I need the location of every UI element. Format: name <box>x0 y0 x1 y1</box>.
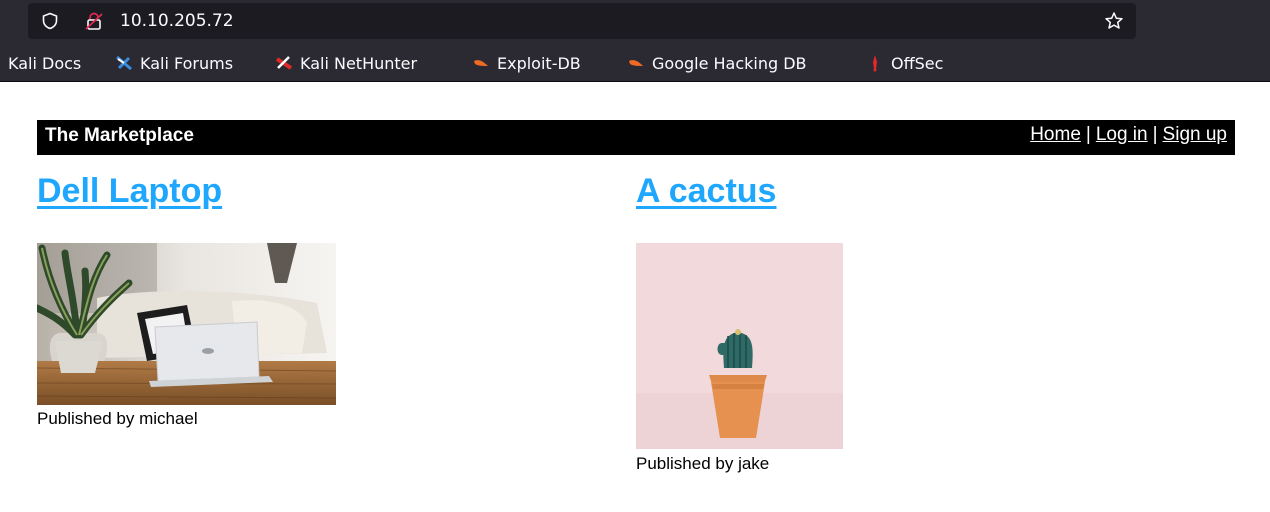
url-text[interactable]: 10.10.205.72 <box>120 11 234 31</box>
listing-title-link[interactable]: A cactus <box>636 172 776 210</box>
bookmark-label: Kali NetHunter <box>300 53 418 73</box>
published-by: Published by jake <box>636 454 770 473</box>
bookmark-label: Google Hacking DB <box>652 53 807 73</box>
bookmark-star-icon[interactable] <box>1104 11 1124 31</box>
laptop-photo[interactable] <box>37 243 336 405</box>
kali-forums-icon <box>116 55 132 71</box>
listing-item: Dell Laptop Published by michael <box>37 172 336 428</box>
bookmark-label: Kali Docs <box>8 53 82 73</box>
bookmark-offsec[interactable]: OffSec <box>866 53 943 73</box>
listing-item: A cactus Published by jake <box>636 172 843 473</box>
kali-nethunter-icon <box>275 56 293 70</box>
nav-login-link[interactable]: Log in <box>1096 124 1148 145</box>
listing-title: A cactus <box>636 172 776 211</box>
offsec-icon <box>873 55 877 72</box>
bookmark-kali-nethunter[interactable]: Kali NetHunter <box>275 53 417 73</box>
bookmark-kali-forums[interactable]: Kali Forums <box>115 53 233 73</box>
nav-home-link[interactable]: Home <box>1030 124 1081 145</box>
bookmark-label: Kali Forums <box>140 53 234 73</box>
bookmarks-toolbar: Kali Docs Kali Forums Kali NetHunter Exp… <box>0 44 1270 82</box>
nav-separator: | <box>1152 124 1158 145</box>
bookmark-google-hacking-db[interactable]: Google Hacking DB <box>627 53 807 73</box>
exploit-db-icon <box>474 60 488 66</box>
site-header: The Marketplace Home | Log in | Sign up <box>37 120 1235 155</box>
published-by: Published by michael <box>37 409 198 428</box>
bookmark-exploit-db[interactable]: Exploit-DB <box>472 53 581 73</box>
site-title: The Marketplace <box>45 125 194 146</box>
insecure-lock-icon[interactable] <box>84 11 104 31</box>
address-bar[interactable]: 10.10.205.72 <box>28 3 1136 39</box>
listing-title: Dell Laptop <box>37 172 222 211</box>
tracking-protection-shield-icon[interactable] <box>41 12 59 30</box>
bookmark-label: Exploit-DB <box>497 53 581 73</box>
bookmark-kali-docs[interactable]: Kali Docs <box>8 53 81 73</box>
cactus-photo[interactable] <box>636 243 843 449</box>
google-hacking-db-icon <box>629 60 643 66</box>
browser-toolbar: 10.10.205.72 <box>0 0 1270 44</box>
listing-title-link[interactable]: Dell Laptop <box>37 172 222 210</box>
site-nav: Home | Log in | Sign up <box>1030 124 1227 146</box>
nav-separator: | <box>1085 124 1091 145</box>
bookmark-label: OffSec <box>891 53 944 73</box>
nav-signup-link[interactable]: Sign up <box>1163 124 1227 145</box>
